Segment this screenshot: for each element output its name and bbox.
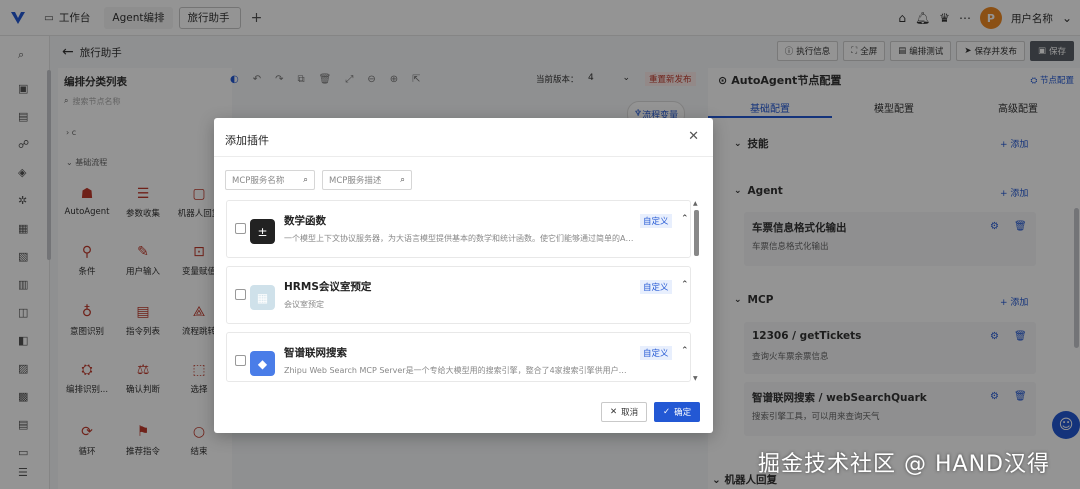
meeting-room-icon: ▦ bbox=[250, 285, 275, 310]
mcp-name-search-input[interactable]: MCP服务名称 ⌕ bbox=[225, 170, 315, 190]
plugin-desc: Zhipu Web Search MCP Server是一个专给大模型用的搜索引… bbox=[284, 366, 634, 375]
plugin-checkbox[interactable] bbox=[235, 289, 246, 300]
chevron-up-icon[interactable]: ⌃ bbox=[681, 280, 689, 290]
cancel-button[interactable]: ✕ 取消 bbox=[601, 402, 648, 422]
plugin-name: 智谱联网搜索 bbox=[284, 347, 347, 359]
check-icon: ✓ bbox=[663, 407, 671, 417]
search-icon: ⌕ bbox=[303, 175, 308, 185]
close-icon[interactable]: ✕ bbox=[688, 129, 699, 144]
chevron-up-icon[interactable]: ⌃ bbox=[681, 346, 689, 356]
plugin-name: HRMS会议室预定 bbox=[284, 281, 372, 293]
plugin-item[interactable]: ◆ 智谱联网搜索 Zhipu Web Search MCP Server是一个专… bbox=[226, 332, 691, 382]
scroll-up-icon[interactable]: ▲ bbox=[693, 200, 698, 207]
mcp-desc-placeholder: MCP服务描述 bbox=[329, 176, 382, 186]
calculator-icon: ± bbox=[250, 219, 275, 244]
mcp-desc-search-input[interactable]: MCP服务描述 ⌕ bbox=[322, 170, 412, 190]
dialog-title: 添加插件 bbox=[225, 134, 269, 147]
add-plugin-dialog: 添加插件 ✕ MCP服务名称 ⌕ MCP服务描述 ⌕ ± 数学函数 一个模型上下… bbox=[214, 118, 713, 433]
search-icon: ⌕ bbox=[400, 175, 405, 185]
web-search-icon: ◆ bbox=[250, 351, 275, 376]
plugin-tag: 自定义 bbox=[640, 280, 672, 294]
chevron-up-icon[interactable]: ⌃ bbox=[681, 214, 689, 224]
plugin-item[interactable]: ± 数学函数 一个模型上下文协议服务器，为大语言模型提供基本的数学和统计函数。使… bbox=[226, 200, 691, 258]
plugin-desc: 会议室预定 bbox=[284, 300, 324, 309]
mcp-name-placeholder: MCP服务名称 bbox=[232, 176, 285, 186]
confirm-button[interactable]: ✓ 确定 bbox=[654, 402, 701, 422]
plugin-tag: 自定义 bbox=[640, 214, 672, 228]
plugin-tag: 自定义 bbox=[640, 346, 672, 360]
plugin-list-scrollbar[interactable] bbox=[694, 210, 699, 256]
scroll-down-icon[interactable]: ▼ bbox=[693, 375, 698, 382]
plugin-checkbox[interactable] bbox=[235, 223, 246, 234]
plugin-item[interactable]: ▦ HRMS会议室预定 会议室预定 自定义 ⌃ bbox=[226, 266, 691, 324]
plugin-checkbox[interactable] bbox=[235, 355, 246, 366]
watermark: 掘金技术社区 @ HAND汉得 bbox=[758, 452, 1050, 477]
plugin-desc: 一个模型上下文协议服务器，为大语言模型提供基本的数学和统计函数。使它们能够通过简… bbox=[284, 234, 634, 243]
plugin-name: 数学函数 bbox=[284, 215, 326, 227]
dialog-divider bbox=[214, 156, 713, 157]
cancel-label: 取消 bbox=[621, 408, 639, 418]
close-icon: ✕ bbox=[610, 407, 618, 417]
confirm-label: 确定 bbox=[674, 408, 692, 418]
